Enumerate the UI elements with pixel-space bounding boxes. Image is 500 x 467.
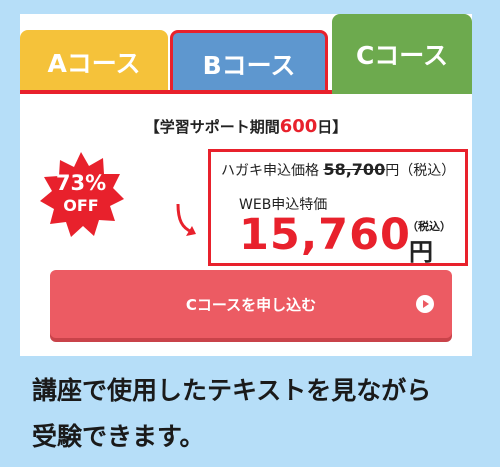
web-yen: 円 [409, 238, 433, 266]
apply-button-label: Cコースを申し込む [185, 295, 317, 314]
hagaki-suffix: 円（税込） [385, 163, 456, 179]
period-days: 600 [279, 116, 318, 137]
discount-badge: 73% OFF [38, 152, 124, 238]
tab-course-a-label: Aコース [47, 49, 141, 78]
tab-course-b[interactable]: Bコース [170, 30, 328, 94]
discount-off: OFF [63, 196, 99, 215]
tab-underline [20, 90, 332, 94]
apply-course-c-button[interactable]: Cコースを申し込む [50, 270, 452, 338]
price-box: ハガキ申込価格 58,700円（税込） WEB申込特価 15,760 （税込） … [208, 149, 468, 266]
hagaki-label: ハガキ申込価格 [221, 163, 319, 179]
caption: 講座で使用したテキストを見ながら 受験できます。 [32, 368, 472, 460]
caption-line-1: 講座で使用したテキストを見ながら [32, 376, 432, 405]
starburst-icon [40, 152, 124, 237]
tab-course-b-label: Bコース [202, 50, 296, 80]
support-period: 【学習サポート期間600日】 [20, 116, 472, 137]
course-tabs: Aコース Bコース Cコース [20, 14, 472, 94]
caption-line-2: 受験できます。 [32, 422, 205, 451]
period-prefix: 【学習サポート期間 [144, 118, 280, 136]
period-suffix: 日】 [317, 118, 348, 136]
hagaki-price-row: ハガキ申込価格 58,700円（税込） [221, 160, 455, 180]
tab-course-c[interactable]: Cコース [332, 14, 472, 94]
curved-arrow-icon [176, 203, 196, 236]
web-price: 15,760 [239, 210, 411, 260]
tab-course-c-label: Cコース [355, 41, 449, 70]
tab-course-a[interactable]: Aコース [20, 30, 168, 94]
hagaki-price: 58,700 [323, 160, 386, 179]
play-icon [416, 295, 434, 313]
discount-percent: 73% [55, 171, 107, 195]
